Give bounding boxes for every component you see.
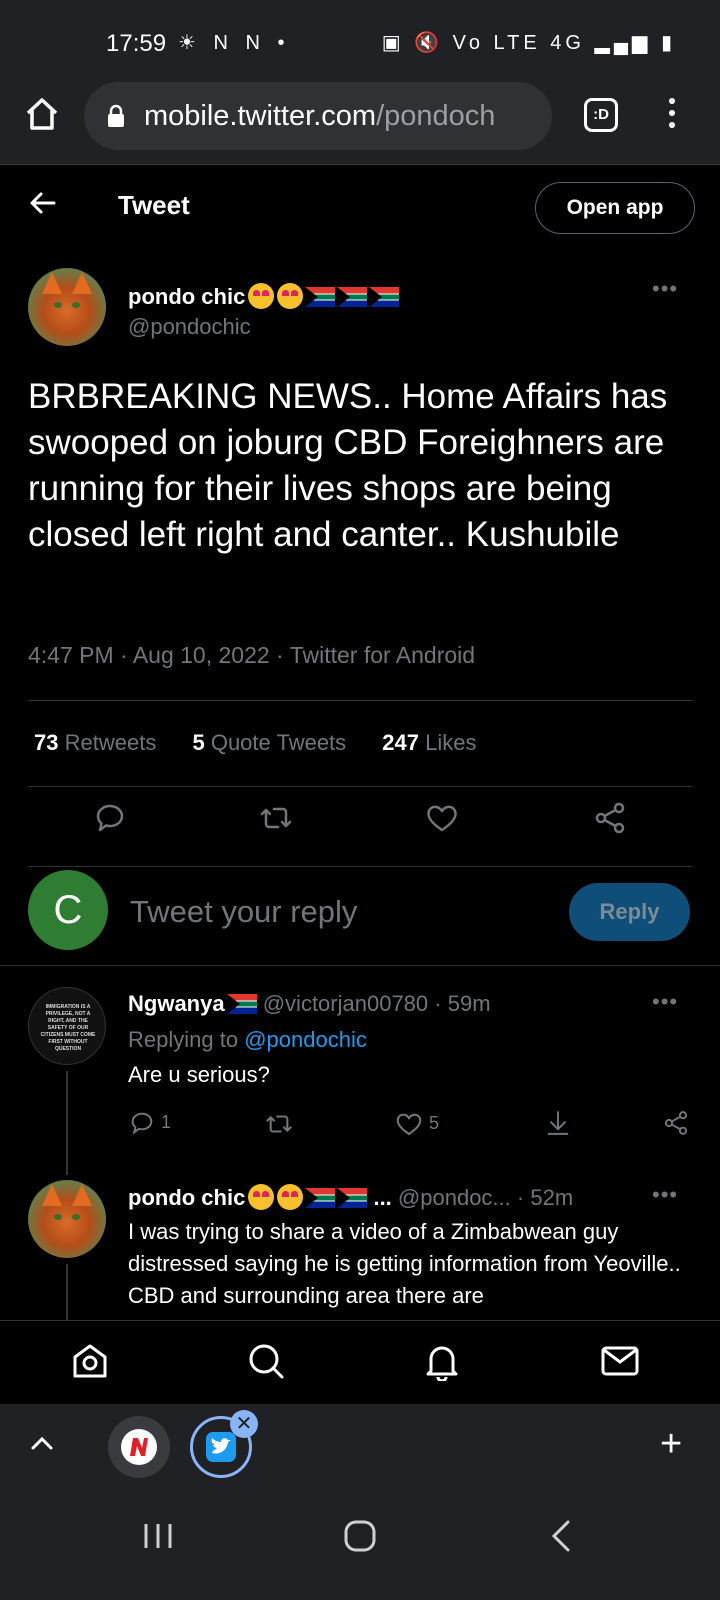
home-button-icon[interactable] [340,1516,380,1556]
south-africa-flag-icon [337,1188,368,1208]
more-options-icon[interactable]: ••• [652,1182,678,1208]
reply-author[interactable]: pondo chic ... @pondoc... · 52m [128,1184,573,1211]
current-user-avatar[interactable]: C [28,870,108,950]
reply-author-avatar[interactable]: IMMIGRATION IS A PRIVILEGE, NOT A RIGHT,… [28,987,106,1065]
status-bar: 17:59 ☀ N N • ▣ 🔇 Vo LTE 4G ▂▄▆ ▮ [0,0,720,80]
tweet-stats: 73 Retweets 5 Quote Tweets 247 Likes [34,730,507,756]
notifications-bell-icon[interactable] [422,1341,462,1381]
home-icon[interactable] [22,94,62,134]
retweet-icon [266,1115,292,1133]
reply-icon [131,1112,153,1135]
author-handle[interactable]: @pondochic [128,314,251,340]
tweet-text: BRBREAKING NEWS.. Home Affairs has swoop… [28,377,668,554]
android-navigation-bar [0,1488,720,1600]
home-icon[interactable] [70,1341,110,1381]
reply-handle: @pondoc... [397,1185,511,1210]
back-arrow-icon[interactable] [28,188,58,218]
reply-time: · 59m [434,991,491,1016]
messages-mail-icon[interactable] [600,1341,640,1381]
recent-apps-icon[interactable] [140,1518,176,1554]
search-icon[interactable] [246,1341,286,1381]
url-text: mobile.twitter.com/pondoch [144,100,544,133]
browser-toolbar: mobile.twitter.com/pondoch :D [0,80,720,165]
author-name-text: pondo chic [128,284,246,309]
reply-tweet[interactable]: IMMIGRATION IS A PRIVILEGE, NOT A RIGHT,… [0,985,720,1175]
like-icon[interactable] [424,800,460,836]
like-icon [396,1113,422,1136]
more-options-icon[interactable]: ••• [652,989,678,1015]
south-africa-flag-icon [226,994,257,1014]
reply-icon[interactable] [92,800,128,836]
tweet-header: Tweet Open app [0,166,720,250]
heart-eyes-emoji-icon [248,283,275,309]
page-title: Tweet [118,190,190,220]
open-app-button[interactable]: Open app [535,182,695,234]
share-icon [664,1111,688,1135]
download-icon [547,1111,569,1135]
reply-text: Are u serious? [128,1062,270,1087]
thread-line [66,1264,68,1320]
quote-tweets-stat[interactable]: 5 Quote Tweets [192,730,346,755]
heart-eyes-emoji-icon [248,1184,275,1210]
system-icons: ▣ 🔇 Vo LTE 4G ▂▄▆ ▮ [381,32,676,54]
browser-menu-icon[interactable] [662,98,682,134]
reply-text: I was trying to share a video of a Zimba… [128,1219,681,1308]
url-host: mobile.twitter.com [144,100,377,132]
chevron-up-icon[interactable] [28,1430,56,1458]
heart-eyes-emoji-icon [277,1184,304,1210]
author-name[interactable]: pondo chic [128,283,400,310]
heart-eyes-emoji-icon [277,283,304,309]
divider [28,786,693,787]
tab-news-app[interactable] [108,1416,170,1478]
retweets-stat[interactable]: 73 Retweets [34,730,156,755]
reply-button[interactable]: Reply [569,883,690,941]
status-time: 17:59 [106,30,167,57]
back-button-icon[interactable] [544,1516,580,1556]
avatar-caption: IMMIGRATION IS A PRIVILEGE, NOT A RIGHT,… [40,1004,96,1052]
close-tab-icon[interactable]: ✕ [230,1410,258,1438]
south-africa-flag-icon [305,287,336,307]
browser-tab-strip: ✕ + [0,1404,720,1488]
reply-actions: 1 5 [0,1109,720,1149]
south-africa-flag-icon [305,1188,336,1208]
notification-icons: ☀ N N • [178,32,291,54]
retweet-icon[interactable] [258,800,294,836]
share-button[interactable] [662,1109,690,1137]
reply-count[interactable]: 1 [128,1109,171,1137]
share-icon[interactable] [592,800,628,836]
address-bar[interactable]: mobile.twitter.com/pondoch [84,82,552,150]
reply-author[interactable]: Ngwanya @victorjan00780 · 59m [128,991,491,1017]
reply-composer: C Tweet your reply Reply [0,866,720,966]
author-avatar[interactable] [28,268,106,346]
twitter-bottom-nav [0,1320,720,1404]
tab-switcher-button[interactable]: :D [584,98,618,132]
news-app-icon [121,1429,157,1465]
new-tab-plus-icon[interactable]: + [660,1424,682,1464]
reply-time: · 52m [516,1185,574,1210]
south-africa-flag-icon [337,287,368,307]
lock-icon [108,104,124,127]
like-count[interactable]: 5 [394,1109,439,1139]
retweet-button[interactable] [264,1109,294,1139]
tweet-actions [0,792,720,844]
reply-handle: @victorjan00780 [262,991,429,1016]
likes-stat[interactable]: 247 Likes [382,730,476,755]
more-options-icon[interactable]: ••• [652,276,678,302]
south-africa-flag-icon [369,287,400,307]
reply-input[interactable]: Tweet your reply [130,894,357,930]
reply-author-avatar[interactable] [28,1180,106,1258]
download-button[interactable] [544,1109,572,1137]
replying-to: Replying to @pondochic [128,1027,367,1052]
tweet-meta: 4:47 PM · Aug 10, 2022 · Twitter for And… [28,642,476,668]
mention-link[interactable]: @pondochic [244,1027,367,1052]
divider [28,700,693,701]
url-path: /pondoch [376,100,496,132]
reply-tweet[interactable]: pondo chic ... @pondoc... · 52m ••• I wa… [0,1178,720,1320]
